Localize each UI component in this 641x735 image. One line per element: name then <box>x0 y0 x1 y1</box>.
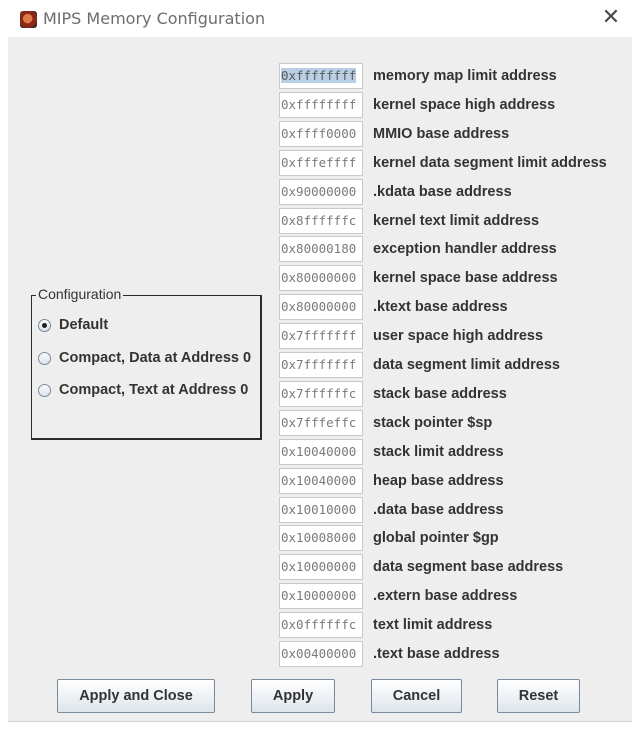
address-field[interactable]: 0x80000180 <box>279 236 363 262</box>
address-label: kernel space base address <box>373 270 558 286</box>
address-value: 0x10010000 <box>281 502 357 517</box>
radio-compact-text[interactable]: Compact, Text at Address 0 <box>38 380 248 400</box>
close-icon[interactable]: ✕ <box>599 6 623 30</box>
radio-label: Compact, Data at Address 0 <box>59 350 252 366</box>
address-value: 0x7fffeffc <box>281 415 357 430</box>
address-field[interactable]: 0x80000000 <box>279 265 363 291</box>
address-value: 0x80000180 <box>281 241 357 256</box>
address-value: 0x7fffffff <box>281 357 357 372</box>
address-value: 0x80000000 <box>281 299 357 314</box>
address-label: kernel data segment limit address <box>373 155 607 171</box>
address-field[interactable]: 0x10010000 <box>279 497 363 523</box>
address-value: 0x10008000 <box>281 530 357 545</box>
address-field[interactable]: 0xffffffff <box>279 63 363 89</box>
address-label: MMIO base address <box>373 126 510 142</box>
address-value: 0xfffeffff <box>281 155 357 170</box>
address-value: 0x10040000 <box>281 444 357 459</box>
window-left-border <box>0 37 8 721</box>
address-label: stack limit address <box>373 444 504 460</box>
address-label: .text base address <box>373 646 500 662</box>
apply-button[interactable]: Apply <box>251 679 335 713</box>
address-field[interactable]: 0xffff0000 <box>279 121 363 147</box>
address-label: kernel space high address <box>373 97 556 113</box>
address-field[interactable]: 0x10000000 <box>279 583 363 609</box>
address-value: 0xffff0000 <box>281 126 357 141</box>
address-field[interactable]: 0x10040000 <box>279 439 363 465</box>
address-value: 0xffffffff <box>281 97 357 112</box>
radio-button-icon[interactable] <box>38 351 51 365</box>
mars-planet-icon <box>20 11 37 28</box>
address-label: exception handler address <box>373 241 557 257</box>
address-label: .ktext base address <box>373 299 508 315</box>
address-value: 0x80000000 <box>281 270 357 285</box>
radio-button-icon[interactable] <box>38 383 51 397</box>
radio-button-icon[interactable] <box>38 318 51 332</box>
apply-and-close-button[interactable]: Apply and Close <box>57 679 215 713</box>
address-field[interactable]: 0xfffeffff <box>279 150 363 176</box>
address-label: global pointer $gp <box>373 530 499 546</box>
address-label: text limit address <box>373 617 493 633</box>
address-field[interactable]: 0x7fffeffc <box>279 410 363 436</box>
address-field[interactable]: 0x90000000 <box>279 179 363 205</box>
address-label: stack pointer $sp <box>373 415 493 431</box>
divider <box>8 721 632 722</box>
radio-compact-data[interactable]: Compact, Data at Address 0 <box>38 348 251 368</box>
address-label: heap base address <box>373 473 504 489</box>
address-field[interactable]: 0x80000000 <box>279 294 363 320</box>
address-field[interactable]: 0x10008000 <box>279 525 363 551</box>
address-label: .data base address <box>373 502 504 518</box>
address-value: 0x10000000 <box>281 588 357 603</box>
radio-default[interactable]: Default <box>38 315 108 335</box>
address-value: 0x7fffffff <box>281 328 357 343</box>
configuration-legend: Configuration <box>36 286 124 302</box>
address-label: stack base address <box>373 386 507 402</box>
address-value: 0x10000000 <box>281 559 357 574</box>
address-label: user space high address <box>373 328 544 344</box>
address-field[interactable]: 0x10000000 <box>279 554 363 580</box>
address-value: 0x10040000 <box>281 473 357 488</box>
address-label: .kdata base address <box>373 184 512 200</box>
address-value: 0xffffffff <box>281 68 357 83</box>
radio-label: Default <box>59 317 109 333</box>
address-field[interactable]: 0x10040000 <box>279 468 363 494</box>
address-field[interactable]: 0x00400000 <box>279 641 363 667</box>
window-bottom-border <box>0 721 641 735</box>
address-field[interactable]: 0x8ffffffc <box>279 208 363 234</box>
address-label: .extern base address <box>373 588 518 604</box>
reset-button[interactable]: Reset <box>497 679 580 713</box>
radio-label: Compact, Text at Address 0 <box>59 382 249 398</box>
address-field[interactable]: 0x0ffffffc <box>279 612 363 638</box>
cancel-button[interactable]: Cancel <box>371 679 462 713</box>
window-title: MIPS Memory Configuration <box>43 9 266 28</box>
address-value: 0x00400000 <box>281 646 357 661</box>
address-value: 0x90000000 <box>281 184 357 199</box>
address-field[interactable]: 0x7fffffff <box>279 352 363 378</box>
address-field[interactable]: 0xffffffff <box>279 92 363 118</box>
address-field[interactable]: 0x7fffffff <box>279 323 363 349</box>
address-label: data segment base address <box>373 559 564 575</box>
address-value: 0x7ffffffc <box>281 386 357 401</box>
address-label: memory map limit address <box>373 68 557 84</box>
address-value: 0x0ffffffc <box>281 617 357 632</box>
address-field[interactable]: 0x7ffffffc <box>279 381 363 407</box>
address-label: kernel text limit address <box>373 213 540 229</box>
address-label: data segment limit address <box>373 357 560 373</box>
title-bar: MIPS Memory Configuration ✕ <box>0 0 641 37</box>
address-value: 0x8ffffffc <box>281 213 357 228</box>
